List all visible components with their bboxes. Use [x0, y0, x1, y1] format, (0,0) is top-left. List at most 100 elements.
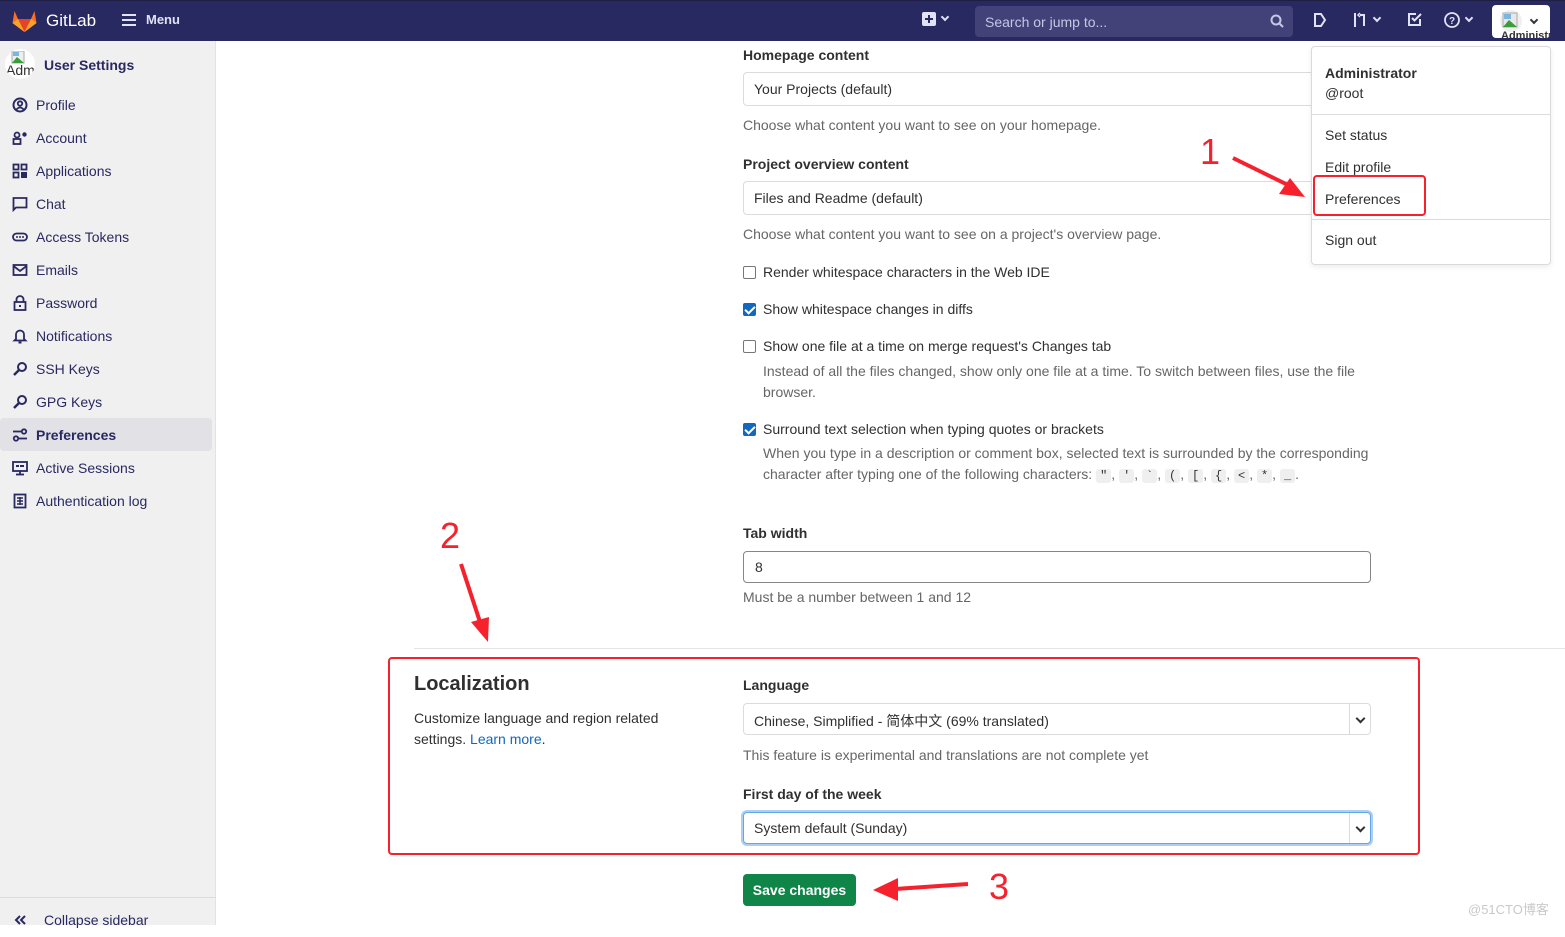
- one-file-checkbox[interactable]: [743, 340, 756, 353]
- user-username: @root: [1325, 85, 1364, 101]
- plus-square-icon: [922, 12, 936, 26]
- homepage-content-value: Your Projects (default): [754, 81, 892, 97]
- avatar: [1500, 10, 1522, 32]
- user-dropdown-menu: Administrator @root Set status Edit prof…: [1311, 46, 1551, 265]
- annotation-step-3: 3: [989, 866, 1010, 907]
- broken-image-icon: [1502, 12, 1518, 28]
- chevron-down-icon: [1529, 15, 1539, 25]
- lock-icon: [12, 294, 28, 311]
- sidebar-item-active-sessions[interactable]: Active Sessions: [0, 451, 212, 484]
- sidebar-item-applications[interactable]: Applications: [0, 154, 212, 187]
- annotation-box-localization: [388, 657, 1420, 855]
- show-whitespace-checkbox[interactable]: [743, 303, 756, 316]
- project-overview-select[interactable]: Files and Readme (default): [743, 181, 1371, 215]
- surround-selection-checkbox[interactable]: [743, 423, 756, 436]
- menu-item-edit-profile[interactable]: Edit profile: [1325, 159, 1391, 175]
- sidebar-item-label: Profile: [36, 96, 76, 113]
- dropdown-divider: [1312, 114, 1550, 115]
- sidebar: Adm User Settings Profile Account Applic…: [0, 41, 216, 928]
- char-code: [: [1188, 469, 1204, 483]
- bell-icon: [12, 328, 28, 344]
- chevron-down-icon: [1464, 13, 1474, 23]
- sidebar-item-label: Emails: [36, 261, 79, 278]
- mail-icon: [12, 262, 28, 278]
- render-whitespace-checkbox[interactable]: [743, 266, 756, 279]
- gitlab-logo[interactable]: GitLab: [12, 10, 96, 32]
- sidebar-item-access-tokens[interactable]: Access Tokens: [0, 220, 212, 253]
- render-whitespace-checkbox-row[interactable]: Render whitespace characters in the Web …: [743, 264, 1050, 280]
- annotation-step-1: 1: [1200, 131, 1221, 172]
- checkbox-label: Show one file at a time on merge request…: [763, 338, 1112, 354]
- new-item-dropdown[interactable]: [922, 12, 950, 26]
- sidebar-item-label: Preferences: [36, 426, 117, 443]
- issues-icon: [1314, 13, 1327, 27]
- tab-width-input[interactable]: [743, 551, 1371, 583]
- tab-width-help: Must be a number between 1 and 12: [743, 589, 972, 605]
- sidebar-item-password[interactable]: Password: [0, 286, 212, 319]
- token-icon: [12, 229, 28, 245]
- sidebar-item-label: SSH Keys: [36, 360, 100, 377]
- sidebar-item-chat[interactable]: Chat: [0, 187, 212, 220]
- sidebar-item-authentication-log[interactable]: Authentication log: [0, 484, 212, 517]
- user-menu-button[interactable]: Administrator: [1492, 5, 1550, 38]
- chat-icon: [12, 196, 28, 212]
- sidebar-title: User Settings: [44, 57, 135, 73]
- checkbox-label: Surround text selection when typing quot…: [763, 421, 1104, 437]
- user-full-name: Administrator: [1325, 65, 1417, 81]
- one-file-help: Instead of all the files changed, show o…: [763, 363, 1355, 400]
- sidebar-item-label: Authentication log: [36, 492, 148, 509]
- menu-button[interactable]: Menu: [122, 12, 180, 27]
- double-chevron-left-icon: [14, 915, 26, 925]
- sidebar-item-label: Active Sessions: [36, 459, 135, 476]
- sidebar-item-emails[interactable]: Emails: [0, 253, 212, 286]
- key-icon: [12, 394, 28, 410]
- todos-button[interactable]: [1408, 12, 1422, 26]
- checkbox-label: Show whitespace changes in diffs: [763, 301, 973, 317]
- profile-icon: [12, 97, 28, 113]
- applications-icon: [12, 163, 28, 179]
- merge-requests-dropdown[interactable]: [1352, 12, 1382, 28]
- sidebar-item-notifications[interactable]: Notifications: [0, 319, 212, 352]
- search-icon: [1270, 14, 1284, 28]
- surround-selection-checkbox-row[interactable]: Surround text selection when typing quot…: [743, 421, 1104, 437]
- show-whitespace-checkbox-row[interactable]: Show whitespace changes in diffs: [743, 301, 973, 317]
- sidebar-item-gpg-keys[interactable]: GPG Keys: [0, 385, 212, 418]
- top-navbar: GitLab Menu ? Administrator: [0, 0, 1565, 41]
- menu-label: Menu: [146, 12, 180, 27]
- sidebar-item-label: Notifications: [36, 327, 113, 344]
- checkbox-label: Render whitespace characters in the Web …: [763, 264, 1050, 280]
- sidebar-item-label: Chat: [36, 195, 66, 212]
- save-changes-button[interactable]: Save changes: [743, 874, 856, 906]
- preferences-icon: [12, 427, 28, 443]
- account-icon: [12, 130, 28, 146]
- help-icon: ?: [1444, 12, 1460, 28]
- one-file-checkbox-row[interactable]: Show one file at a time on merge request…: [743, 338, 1111, 354]
- surround-help-text: When you type in a description or commen…: [763, 445, 1369, 482]
- homepage-content-label: Homepage content: [743, 47, 870, 63]
- log-icon: [12, 493, 28, 509]
- sidebar-item-label: Password: [36, 294, 98, 311]
- hamburger-icon: [122, 13, 136, 26]
- annotation-box-preferences: [1313, 175, 1426, 216]
- issues-button[interactable]: [1313, 12, 1327, 28]
- collapse-sidebar-button[interactable]: Collapse sidebar: [0, 897, 216, 937]
- merge-request-icon: [1354, 12, 1365, 27]
- section-divider: [414, 648, 1565, 649]
- search-input[interactable]: [975, 6, 1255, 38]
- sidebar-header[interactable]: Adm User Settings: [5, 49, 134, 79]
- homepage-content-select[interactable]: Your Projects (default): [743, 72, 1371, 106]
- sidebar-item-ssh-keys[interactable]: SSH Keys: [0, 352, 212, 385]
- menu-item-sign-out[interactable]: Sign out: [1325, 232, 1376, 248]
- char-code: (: [1165, 469, 1181, 483]
- watermark: @51CTO博客: [1468, 902, 1549, 917]
- sidebar-item-account[interactable]: Account: [0, 121, 212, 154]
- search-box[interactable]: [975, 6, 1293, 38]
- help-dropdown[interactable]: ?: [1444, 12, 1474, 28]
- dropdown-divider: [1312, 219, 1550, 220]
- char-code: *: [1256, 469, 1273, 483]
- sidebar-item-preferences[interactable]: Preferences: [0, 418, 212, 451]
- sidebar-item-profile[interactable]: Profile: [0, 88, 212, 121]
- menu-item-set-status[interactable]: Set status: [1325, 127, 1387, 143]
- chevron-down-icon: [1372, 13, 1382, 23]
- char-code: ": [1096, 469, 1112, 483]
